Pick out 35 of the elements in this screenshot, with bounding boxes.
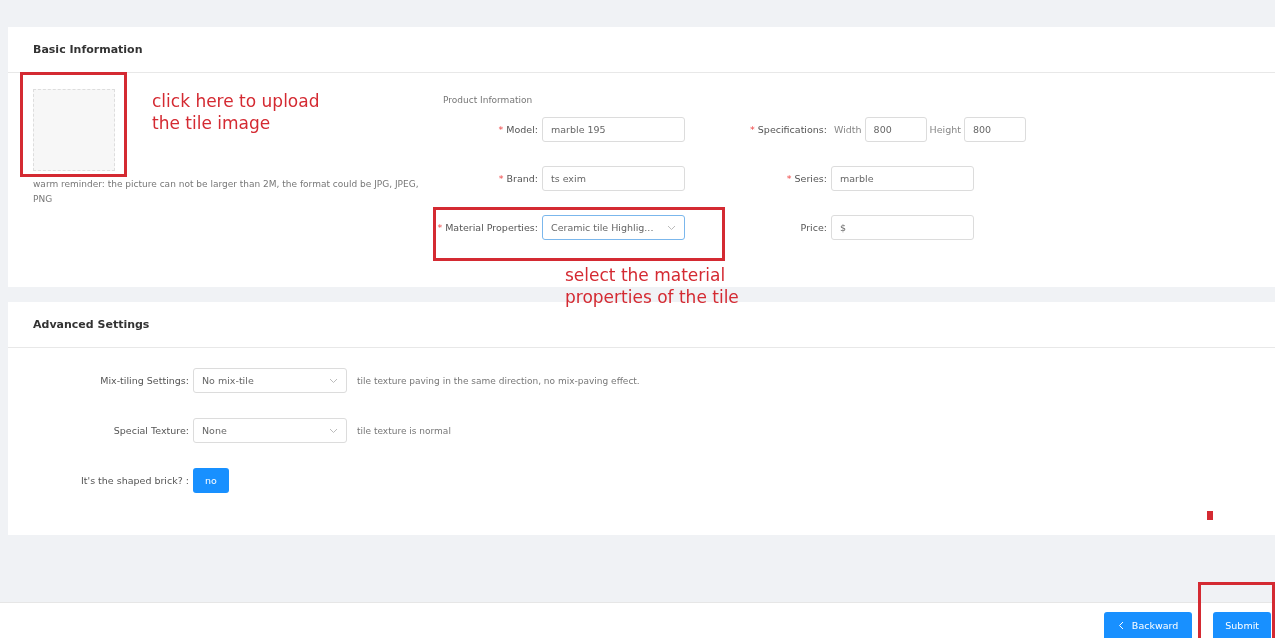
submit-button[interactable]: Submit <box>1213 612 1271 638</box>
subsection-title: Product Information <box>443 95 534 105</box>
toggle-button[interactable]: no <box>193 468 229 493</box>
hint-text: tile texture paving in the same direction, no mix-paving effect. <box>357 375 640 386</box>
width-field[interactable]: 800 <box>864 117 927 142</box>
setting-label: Mix-tiling Settings: <box>99 375 190 386</box>
chevron-left-icon <box>1117 620 1124 630</box>
chevron-down-icon <box>667 224 676 231</box>
setting-label: It's the shaped brick? : <box>80 475 190 486</box>
tile-image-placeholder[interactable] <box>33 89 115 171</box>
field-label: Price: <box>799 222 828 233</box>
field-label: * Specifications: <box>749 124 828 135</box>
text-field[interactable]: $ <box>831 215 974 240</box>
highlight-mark <box>1207 511 1213 520</box>
select-field[interactable]: Ceramic tile Highlig... <box>542 215 685 240</box>
text-field[interactable]: marble <box>831 166 974 191</box>
section-title: Basic Information <box>8 27 1275 73</box>
text-field[interactable]: marble 195 <box>542 117 685 142</box>
width-label: Width <box>834 124 862 135</box>
hint-text: tile texture is normal <box>357 425 451 436</box>
select-field[interactable]: None <box>193 418 347 443</box>
reminder-text: warm reminder: the picture can not be larger than 2M, the format could be JPG, JPEG, PNG <box>33 178 420 206</box>
annotation-text: click here to upload the tile image <box>152 90 321 134</box>
setting-label: Special Texture: <box>112 425 190 436</box>
field-label: * Material Properties: <box>436 222 539 233</box>
text-field[interactable]: ts exim <box>542 166 685 191</box>
field-label: * Series: <box>785 173 828 184</box>
field-label: * Model: <box>497 124 539 135</box>
backward-button[interactable]: Backward <box>1103 612 1193 638</box>
select-field[interactable]: No mix-tile <box>193 368 347 393</box>
chevron-down-icon <box>329 427 338 434</box>
chevron-down-icon <box>329 377 338 384</box>
height-field[interactable]: 800 <box>964 117 1026 142</box>
height-label: Height <box>929 124 961 135</box>
field-label: * Brand: <box>497 173 539 184</box>
